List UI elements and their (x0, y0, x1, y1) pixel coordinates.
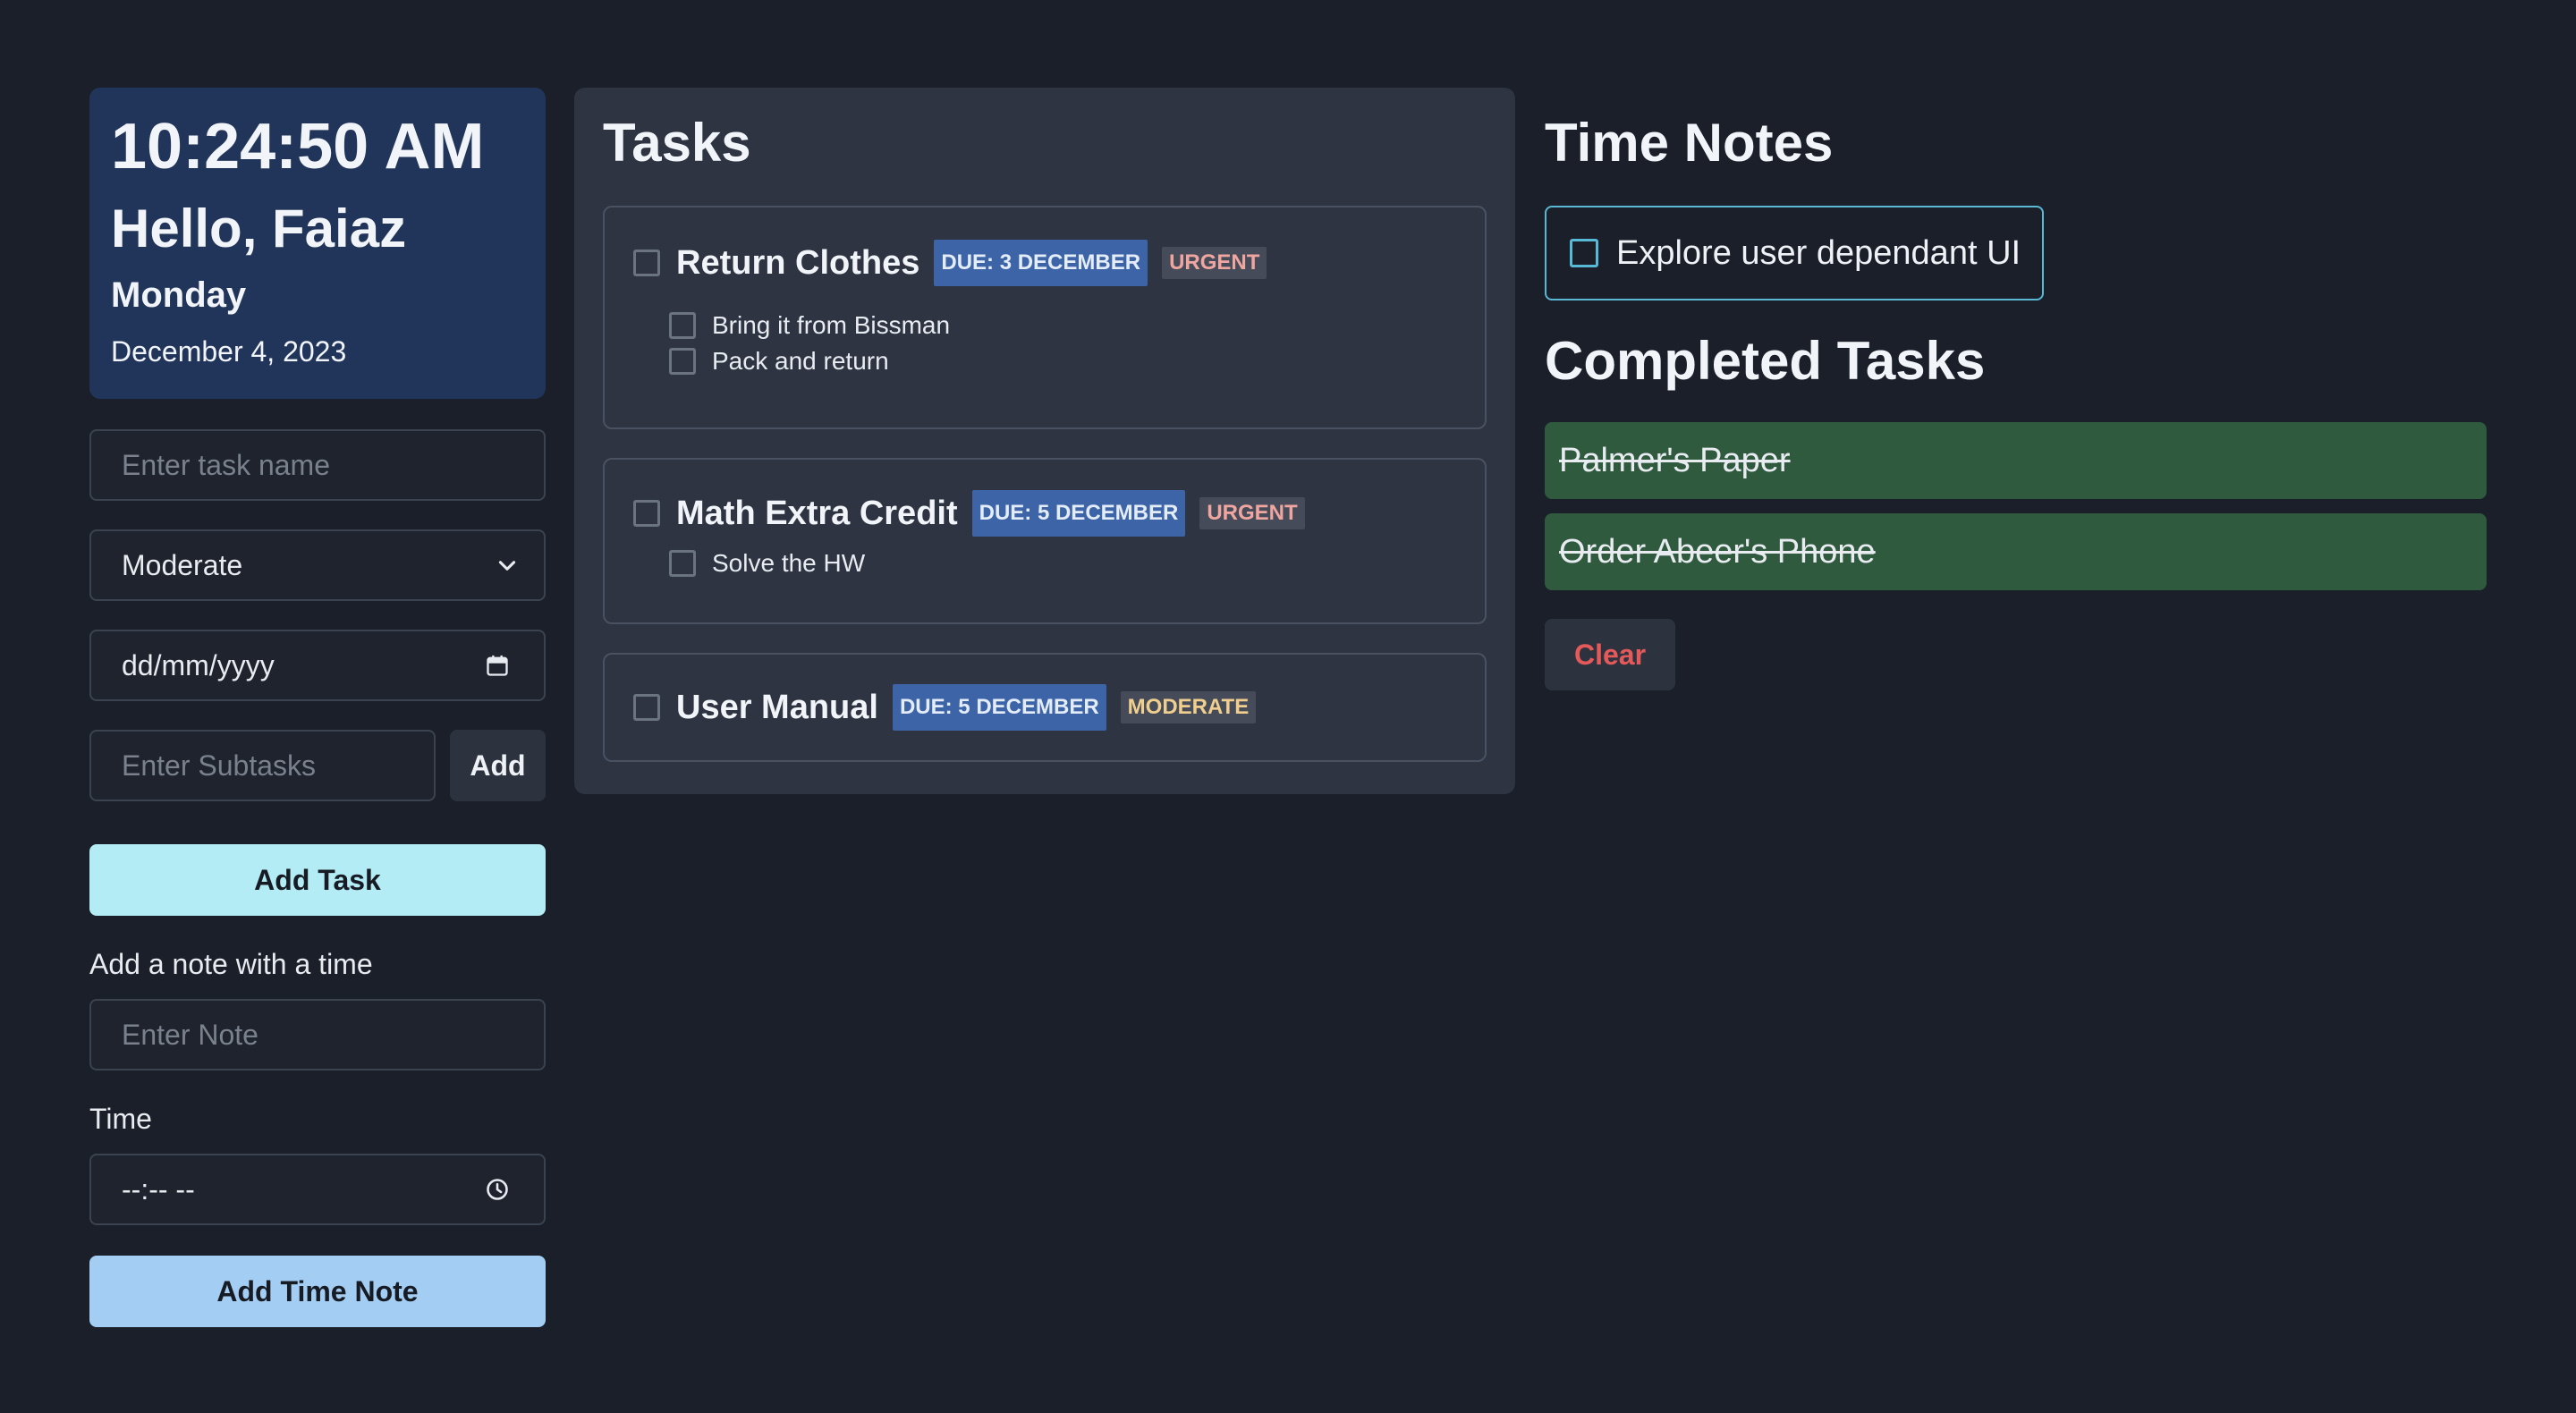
subtask-text: Pack and return (712, 347, 889, 375)
task-header: Return Clothes DUE: 3 DECEMBER URGENT (633, 240, 1456, 286)
subtask-text: Bring it from Bissman (712, 311, 951, 339)
task-header: User Manual DUE: 5 DECEMBER MODERATE (633, 684, 1456, 731)
task-title: User Manual (676, 688, 878, 726)
time-label: Time (89, 1103, 152, 1135)
priority-badge: URGENT (1199, 497, 1305, 529)
time-note-checkbox[interactable] (1570, 239, 1598, 267)
due-badge: DUE: 3 DECEMBER (934, 240, 1148, 286)
task-checkbox[interactable] (633, 250, 660, 276)
weekday: Monday (111, 275, 247, 315)
task-checkbox[interactable] (633, 694, 660, 721)
clear-completed-button[interactable]: Clear (1545, 619, 1675, 690)
completed-tasks-title: Completed Tasks (1545, 331, 1986, 391)
subtask-checkbox[interactable] (669, 550, 696, 577)
note-input[interactable]: Enter Note (89, 999, 546, 1070)
left-sidebar: 10:24:50 AM Hello, Faiaz Monday December… (89, 88, 546, 1327)
time-notes-title: Time Notes (1545, 113, 1834, 173)
time-note-item: Explore user dependant UI (1545, 206, 2045, 300)
subtask-checkbox[interactable] (669, 312, 696, 339)
task-name-placeholder: Enter task name (122, 448, 330, 481)
greeting: Hello, Faiaz (111, 199, 407, 258)
time-note-text: Explore user dependant UI (1616, 233, 2021, 272)
clock-time: 10:24:50 AM (111, 111, 485, 182)
task-name-input[interactable]: Enter task name (89, 429, 546, 501)
priority-badge: URGENT (1162, 247, 1267, 279)
add-task-button[interactable]: Add Task (89, 844, 546, 916)
add-time-note-button[interactable]: Add Time Note (89, 1256, 546, 1327)
priority-badge: MODERATE (1120, 691, 1257, 723)
time-placeholder: --:-- -- (122, 1172, 195, 1206)
subtask-item: Solve the HW (669, 546, 1456, 581)
subtask-text: Solve the HW (712, 549, 866, 577)
subtask-placeholder: Enter Subtasks (122, 749, 316, 782)
completed-task-item[interactable]: Order Abeer's Phone (1545, 513, 2487, 590)
tasks-panel: Tasks Return Clothes DUE: 3 DECEMBER URG… (574, 88, 1515, 794)
due-date-input[interactable]: dd/mm/yyyy (89, 630, 546, 701)
task-checkbox[interactable] (633, 500, 660, 527)
subtask-entry-row: Enter Subtasks Add (89, 730, 546, 801)
subtask-item: Bring it from Bissman (669, 308, 1456, 343)
right-column: Time Notes Explore user dependant UI Com… (1545, 88, 2487, 690)
subtask-checkbox[interactable] (669, 348, 696, 375)
time-input[interactable]: --:-- -- (89, 1154, 546, 1225)
calendar-icon[interactable] (485, 653, 510, 678)
add-subtask-button[interactable]: Add (450, 730, 546, 801)
priority-selected-value: Moderate (122, 548, 243, 581)
task-title: Math Extra Credit (676, 494, 958, 532)
task-header: Math Extra Credit DUE: 5 DECEMBER URGENT (633, 490, 1456, 537)
clock-icon[interactable] (485, 1177, 510, 1202)
chevron-down-icon (498, 561, 516, 571)
current-date: December 4, 2023 (111, 335, 347, 368)
task-card: User Manual DUE: 5 DECEMBER MODERATE (603, 653, 1487, 762)
clock-card: 10:24:50 AM Hello, Faiaz Monday December… (89, 88, 546, 399)
completed-task-item[interactable]: Palmer's Paper (1545, 422, 2487, 499)
priority-select[interactable]: Moderate (89, 529, 546, 601)
tasks-title: Tasks (603, 113, 751, 173)
task-card: Return Clothes DUE: 3 DECEMBER URGENT Br… (603, 206, 1487, 429)
task-title: Return Clothes (676, 243, 920, 282)
due-badge: DUE: 5 DECEMBER (971, 490, 1186, 537)
subtask-item: Pack and return (669, 343, 1456, 379)
note-placeholder: Enter Note (122, 1018, 258, 1051)
subtask-input[interactable]: Enter Subtasks (89, 730, 436, 801)
date-placeholder: dd/mm/yyyy (122, 648, 275, 681)
due-badge: DUE: 5 DECEMBER (892, 684, 1106, 731)
note-label: Add a note with a time (89, 948, 373, 980)
task-card: Math Extra Credit DUE: 5 DECEMBER URGENT… (603, 458, 1487, 624)
